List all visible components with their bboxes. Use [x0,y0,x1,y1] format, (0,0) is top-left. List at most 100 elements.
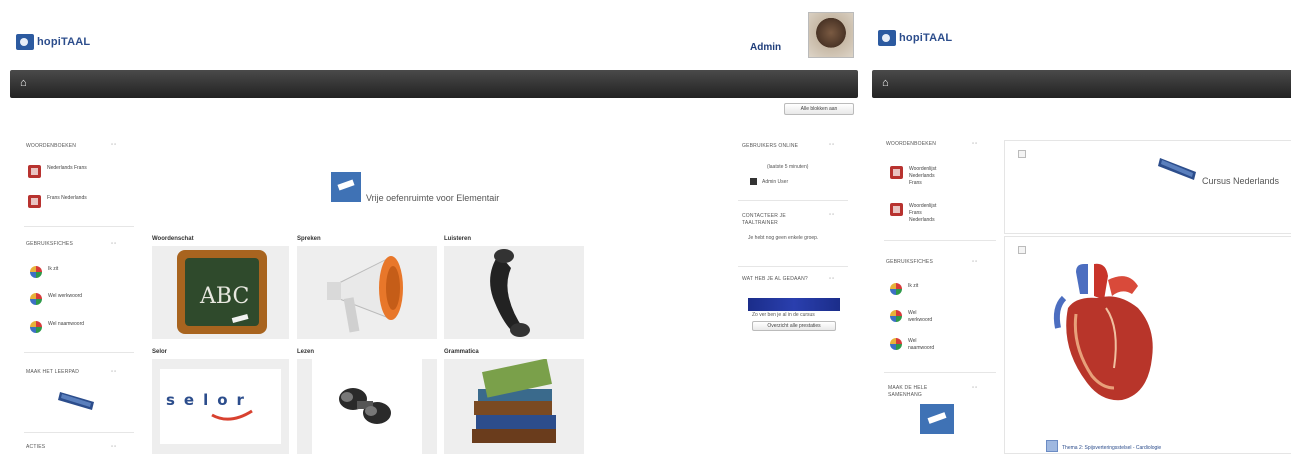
block-title-samenhang: Maak de Hele Samenhang [888,385,928,398]
course-header-box [1004,140,1291,234]
tile-label[interactable]: Luisteren [444,236,471,242]
block-controls[interactable]: ▫▫ [972,259,978,265]
online-subtitle: (laatste 5 minuten) [767,164,809,170]
globe-icon [890,310,902,322]
globe-icon [30,266,42,278]
svg-text:ABC: ABC [199,284,249,309]
list-item[interactable]: Wel werkwoord [30,293,90,305]
secondary-screenshot: hopiTAAL ⌂ Woordenboeken ▫▫ Woordenlijst… [868,0,1291,454]
block-title-dictionaries: Woordenboeken [26,143,77,149]
page-title: Vrije oefenruimte voor Elementair [366,193,500,203]
globe-icon [30,293,42,305]
dictionary-icon [890,166,903,179]
tile-reading[interactable] [297,359,437,454]
course-logo-icon[interactable] [920,404,954,434]
block-title-usage-sheets: Gebruiksfiches [886,259,933,265]
telephone-icon [490,249,530,337]
divider [884,372,996,373]
tile-listening[interactable] [444,246,584,339]
user-name[interactable]: Admin [750,42,781,53]
course-title: Cursus Nederlands [1202,176,1280,186]
progress-caption: Zo ver ben je al in de cursus [752,312,815,318]
list-item[interactable]: Frans Nederlands [28,195,89,208]
tile-selor[interactable]: selor [152,359,289,454]
user-icon [750,178,757,185]
divider [738,266,848,267]
contact-text: Je hebt nog geen enkele groep. [748,235,819,241]
block-controls[interactable]: ▫▫ [111,444,117,450]
globe-icon [890,338,902,350]
block-title-usage-sheets: Gebruiksfiches [26,241,73,247]
tile-label[interactable]: Grammatica [444,349,479,355]
block-title-contact-trainer: Contacteer je taaltrainer [742,213,786,226]
site-logo[interactable]: hopiTAAL [878,30,952,46]
abc-chalkboard-icon: ABC [177,250,267,334]
tile-label[interactable]: Lezen [297,349,314,355]
dictionary-icon [28,165,41,178]
hide-blocks-button[interactable]: Alle blokken aan [784,103,854,115]
globe-icon [890,283,902,295]
logo-text: hopiTAAL [899,32,953,44]
tile-label[interactable]: Selor [152,349,167,355]
section-checkbox[interactable] [1018,246,1026,254]
logo-text: hopiTAAL [37,36,91,48]
divider [884,240,996,241]
list-item[interactable]: Wel naamwoord [890,338,942,352]
navbar: ⌂ [10,70,858,98]
progress-bar [748,298,840,311]
dictionary-icon [28,195,41,208]
divider [24,432,134,433]
block-title-actions: Acties [26,444,46,450]
section-checkbox[interactable] [1018,150,1026,158]
tile-vocabulary[interactable]: ABC [152,246,289,339]
dictionary-icon [890,203,903,216]
block-controls[interactable]: ▫▫ [111,142,117,148]
divider [738,200,848,201]
list-item[interactable]: Woordenlijst Frans Nederlands [890,203,943,224]
block-controls[interactable]: ▫▫ [829,276,835,282]
navbar: ⌂ [872,70,1291,98]
tile-speaking[interactable] [297,246,437,339]
tile-grammar[interactable] [444,358,584,454]
activity-link[interactable]: Thema 2: Spijsverteringsstelsel - Cardio… [1062,445,1161,451]
course-logo-icon [331,172,361,202]
logo-icon [878,30,896,46]
list-item[interactable]: Woordenlijst Nederlands Frans [890,166,943,187]
globe-icon [30,321,42,333]
main-screenshot: hopiTAAL Admin ⌂ Alle blokken aan Woorde… [0,0,862,454]
heart-anatomy-icon [1053,263,1153,401]
block-title-online-users: Gebruikers online [742,143,799,149]
svg-text:selor: selor [166,391,253,409]
divider [24,226,134,227]
list-item[interactable]: Ik zit [30,266,90,278]
books-icon [472,358,556,443]
list-item[interactable]: Ik zit [890,283,950,295]
block-title-learning-path: Maak het leerpad [26,369,80,375]
divider [24,352,134,353]
list-item[interactable]: Wel werkwoord [890,310,942,324]
path-sign-icon[interactable] [58,384,96,416]
block-controls[interactable]: ▫▫ [111,241,117,247]
site-logo[interactable]: hopiTAAL [16,34,90,50]
avatar[interactable] [808,12,854,58]
block-controls[interactable]: ▫▫ [111,369,117,375]
home-icon[interactable]: ⌂ [20,78,32,89]
megaphone-icon [327,256,403,333]
block-controls[interactable]: ▫▫ [972,385,978,391]
online-user[interactable]: Admin User [762,179,788,186]
list-item[interactable]: Nederlands Frans [28,165,89,178]
block-controls[interactable]: ▫▫ [972,141,978,147]
path-sign-icon [1158,158,1196,180]
home-icon[interactable]: ⌂ [882,78,894,89]
block-controls[interactable]: ▫▫ [829,142,835,148]
tile-label[interactable]: Spreken [297,236,321,242]
selor-logo-icon: selor [160,369,281,444]
block-controls[interactable]: ▫▫ [829,212,835,218]
logo-icon [16,34,34,50]
block-title-progress: Wat heb je al gedaan? [742,276,808,282]
tile-label[interactable]: Woordenschat [152,236,194,242]
all-achievements-button[interactable]: Overzicht alle prestaties [752,321,836,331]
document-icon [1046,440,1058,452]
block-title-dictionaries: Woordenboeken [886,141,937,147]
list-item[interactable]: Wel naamwoord [30,321,90,333]
